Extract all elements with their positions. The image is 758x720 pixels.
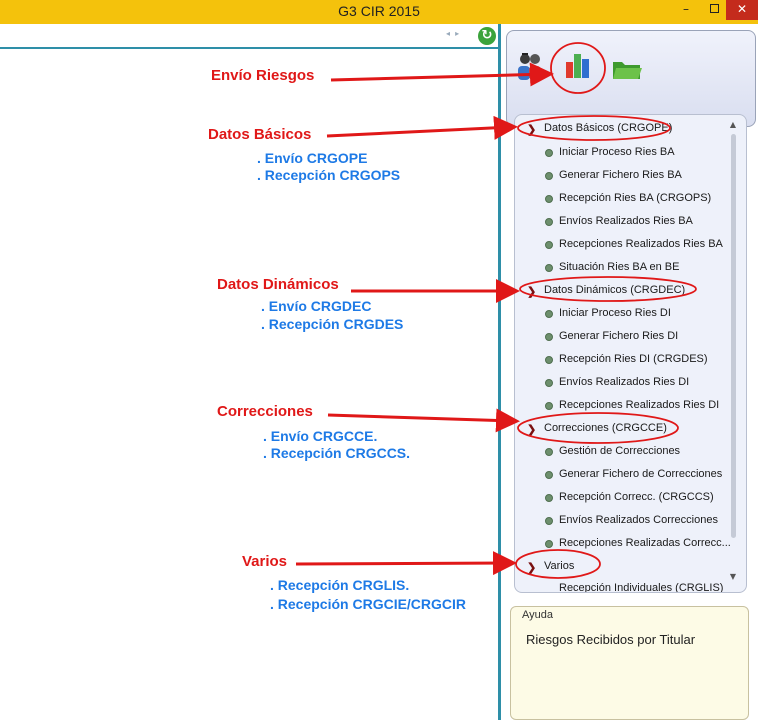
chevron-right-icon: ❯ [527, 124, 537, 136]
menu-item[interactable]: Recepción Individuales (CRGLIS) [559, 582, 723, 592]
annotation-line: . Recepción CRGCCS. [263, 445, 411, 461]
menu-item[interactable]: Generar Fichero de Correcciones [545, 468, 722, 480]
menu-item[interactable]: Recepciones Realizadas Correcc... [545, 537, 731, 549]
annotation-correcciones: Correcciones [217, 403, 313, 420]
bar-chart-icon[interactable] [563, 50, 593, 80]
bullet-icon [545, 356, 553, 364]
bullet-icon [545, 402, 553, 410]
scroll-down-icon[interactable]: ▼ [727, 572, 739, 581]
help-panel [510, 606, 749, 720]
menu-item[interactable]: Recepción Ries DI (CRGDES) [545, 353, 708, 365]
menu-header-datos-basicos[interactable]: ❯ Datos Básicos (CRGOPE) [527, 122, 672, 136]
bullet-icon [545, 149, 553, 157]
help-text: Riesgos Recibidos por Titular [526, 632, 696, 647]
bullet-icon [545, 172, 553, 180]
menu-item[interactable]: Recepción Ries BA (CRGOPS) [545, 192, 711, 204]
arrow-varios [295, 551, 517, 576]
menu-header-correcciones[interactable]: ❯ Correcciones (CRGCCE) [527, 422, 667, 436]
bullet-icon [545, 448, 553, 456]
chevron-right-icon: ❯ [527, 286, 537, 298]
maximize-icon [709, 4, 719, 13]
menu-item[interactable]: Envíos Realizados Correcciones [545, 514, 718, 526]
menu-item[interactable]: Recepción Correcc. (CRGCCS) [545, 491, 714, 503]
address-bar[interactable]: ◂ ▸ ↻ [0, 24, 500, 49]
bullet-icon [545, 471, 553, 479]
bullet-icon [545, 264, 553, 272]
users-icon[interactable] [516, 50, 544, 82]
nav-arrows-icon[interactable]: ◂ ▸ [446, 29, 459, 38]
annotation-envio-riesgos: Envío Riesgos [211, 67, 315, 84]
menu-scrollbar[interactable]: ▲ ▼ [727, 120, 739, 586]
menu-item[interactable]: Situación Ries BA en BE [545, 261, 679, 273]
refresh-icon[interactable]: ↻ [478, 27, 496, 45]
annotation-line: . Envío CRGDEC [261, 298, 372, 314]
bullet-icon [545, 218, 553, 226]
menu-item[interactable]: Envíos Realizados Ries DI [545, 376, 689, 388]
window-title: G3 CIR 2015 [338, 3, 420, 19]
menu-item[interactable]: Generar Fichero Ries DI [545, 330, 678, 342]
annotation-line: . Recepción CRGLIS. [270, 577, 410, 593]
title-bar: G3 CIR 2015 – ✕ [0, 0, 758, 24]
scroll-up-icon[interactable]: ▲ [727, 120, 739, 129]
bullet-icon [545, 310, 553, 318]
menu-item[interactable]: Generar Fichero Ries BA [545, 169, 682, 181]
menu-item[interactable]: Iniciar Proceso Ries DI [545, 307, 671, 319]
menu-item[interactable]: Iniciar Proceso Ries BA [545, 146, 675, 158]
annotation-datos-dinamicos: Datos Dinámicos [217, 276, 339, 293]
menu-item[interactable]: Gestión de Correcciones [545, 445, 680, 457]
annotation-varios: Varios [242, 553, 288, 570]
bullet-icon [545, 379, 553, 387]
arrow-correcciones [327, 408, 520, 433]
bullet-icon [545, 333, 553, 341]
annotation-line: . Envío CRGOPE [257, 150, 368, 166]
bullet-icon [545, 241, 553, 249]
annotation-line: . Recepción CRGDES [261, 316, 404, 332]
chevron-right-icon: ❯ [527, 562, 537, 574]
chevron-right-icon: ❯ [527, 424, 537, 436]
scrollbar-thumb[interactable] [731, 134, 736, 538]
help-title: Ayuda [522, 609, 553, 621]
menu-item[interactable]: Recepciones Realizados Ries DI [545, 399, 719, 411]
annotation-datos-basicos: Datos Básicos [208, 126, 312, 143]
bullet-icon [545, 517, 553, 525]
minimize-button[interactable]: – [672, 0, 700, 20]
arrow-datos-basicos [326, 115, 518, 140]
folder-icon[interactable] [612, 58, 642, 80]
bullet-icon [545, 494, 553, 502]
menu-item[interactable]: Envíos Realizados Ries BA [545, 215, 693, 227]
annotation-line: . Recepción CRGCIE/CRGCIR [270, 596, 467, 612]
maximize-button[interactable] [700, 0, 728, 20]
menu-header-varios[interactable]: ❯ Varios [527, 560, 574, 574]
bullet-icon [545, 195, 553, 203]
annotation-line: . Recepción CRGOPS [257, 167, 401, 183]
close-button[interactable]: ✕ [726, 0, 758, 20]
bullet-icon [545, 540, 553, 548]
annotation-line: . Envío CRGCCE. [263, 428, 378, 444]
menu-item[interactable]: Recepciones Realizados Ries BA [545, 238, 723, 250]
menu-header-datos-dinamicos[interactable]: ❯ Datos Dinámicos (CRGDEC) [527, 284, 685, 298]
